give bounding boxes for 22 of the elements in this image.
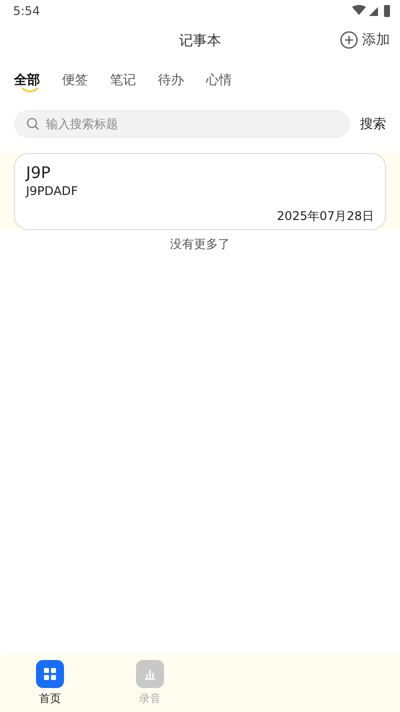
curve-indicator-icon (20, 87, 40, 93)
bar-chart-icon (136, 660, 164, 688)
category-tab[interactable]: 便签 (62, 68, 88, 92)
grid-icon (36, 660, 64, 688)
note-date: 2025年07月28日 (276, 208, 374, 225)
status-time: 5:54 (13, 4, 40, 18)
category-tab[interactable]: 笔记 (110, 68, 136, 92)
note-title: J9P (26, 163, 52, 183)
search-field[interactable]: 输入搜索标题 (14, 110, 350, 138)
nav-item[interactable]: 首页 (0, 654, 100, 712)
note-body: J9PDADF (26, 183, 79, 199)
plus-icon (340, 31, 358, 49)
list-end-text: 没有更多了 (170, 237, 230, 251)
category-tab[interactable]: 全部 (14, 68, 40, 92)
note-card[interactable]: J9P J9PDADF 2025年07月28日 (14, 153, 386, 230)
category-tab[interactable]: 待办 (158, 68, 184, 92)
status-icons (352, 4, 392, 18)
search-button[interactable]: 搜索 (360, 115, 386, 133)
add-button[interactable]: 添加 (340, 31, 390, 49)
search-icon (26, 117, 40, 131)
app-title: 记事本 (179, 32, 221, 50)
category-tab[interactable]: 心情 (206, 68, 232, 92)
